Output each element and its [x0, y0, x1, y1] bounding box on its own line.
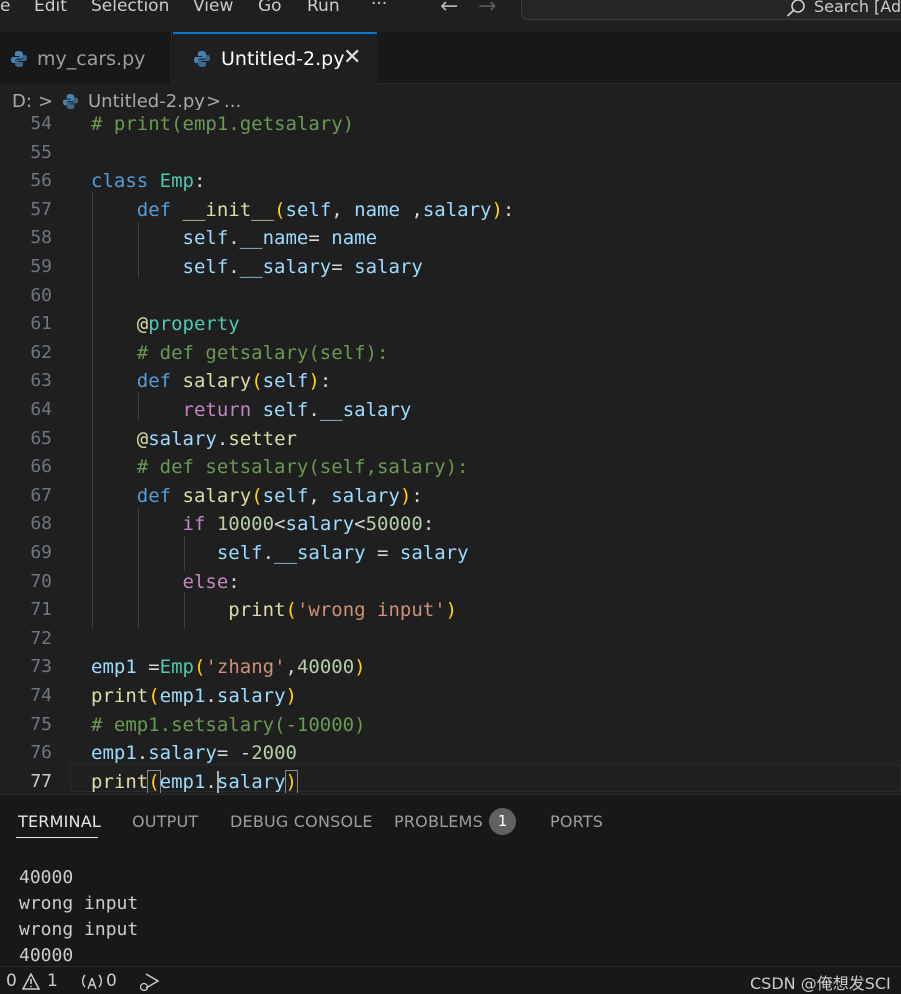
code-line: # def setsalary(self,salary): [136, 456, 469, 479]
active-tab-indicator [16, 837, 98, 838]
terminal-line: 40000 [19, 867, 74, 888]
line-number: 64 [30, 399, 52, 420]
line-number: 61 [30, 313, 52, 335]
menu-run[interactable]: Run [307, 0, 340, 18]
text-cursor [217, 771, 219, 793]
back-arrow-icon[interactable]: ← [440, 0, 458, 18]
code-line: class Emp: [91, 170, 206, 193]
code-line: emp1 =Emp('zhang',40000) [91, 656, 366, 679]
terminal-line: wrong input [19, 893, 139, 914]
code-line: self.__salary= salary [182, 256, 423, 278]
watermark-text: CSDN @俺想发SCI [750, 974, 891, 993]
editor-tab-bar: my_cars.py Untitled-2.py ✕ [0, 32, 901, 85]
tab-label: my_cars.py [37, 48, 146, 70]
python-file-icon [194, 51, 210, 67]
code-line: @salary.setter [136, 427, 297, 450]
line-number: 55 [30, 141, 52, 163]
code-line: def salary(self): [136, 370, 332, 393]
forward-arrow-icon[interactable]: → [478, 0, 496, 18]
line-number: 73 [30, 656, 52, 678]
code-line: print(emp1.salary) [91, 685, 297, 707]
warning-icon [22, 973, 40, 990]
terminal-output[interactable]: 40000 wrong input wrong input 40000 [19, 865, 138, 969]
panel-tab-terminal[interactable]: TERMINAL [18, 812, 101, 831]
line-number: 67 [30, 484, 52, 506]
line-number: 54 [30, 113, 52, 134]
code-line: return self.__salary [182, 399, 412, 421]
breadcrumb-symbols[interactable]: ... [224, 91, 241, 112]
status-bar: 0 1 0 CSDN @俺想发SCI [0, 966, 901, 994]
python-file-icon [11, 51, 27, 67]
menu-more[interactable]: ··· [371, 0, 387, 16]
problems-count-badge: 1 [489, 808, 516, 835]
code-line: print(emp1.salary) [91, 769, 299, 793]
menu-bar: e Edit Selection View Go Run ··· ← → Sea… [0, 0, 901, 28]
ports-count[interactable]: 0 [106, 972, 117, 990]
line-number: 60 [30, 284, 52, 306]
line-number: 68 [30, 513, 52, 535]
warning-count[interactable]: 1 [47, 972, 58, 990]
code-line: emp1.salary= -2000 [91, 742, 297, 765]
close-icon[interactable]: ✕ [343, 46, 361, 70]
line-number: 63 [30, 370, 52, 392]
code-line: @property [136, 313, 240, 336]
code-line: self.__salary = salary [216, 542, 469, 564]
panel-tab-problems[interactable]: PROBLEMS [394, 812, 483, 831]
debug-run-icon[interactable] [138, 972, 160, 992]
code-line: # def getsalary(self): [136, 341, 389, 364]
line-number: 56 [30, 170, 52, 192]
line-number: 71 [30, 599, 52, 621]
terminal-line: wrong input [19, 919, 139, 940]
error-count[interactable]: 0 [6, 972, 17, 990]
line-number: 72 [30, 627, 52, 649]
tab-label: Untitled-2.py [221, 48, 345, 70]
breadcrumb-drive[interactable]: D: [12, 91, 32, 112]
line-number: 74 [30, 685, 52, 706]
tab-untitled-2[interactable]: Untitled-2.py ✕ [173, 32, 377, 85]
code-line: def salary(self, salary): [136, 484, 423, 507]
code-line: # print(emp1.getsalary) [91, 113, 355, 135]
line-number: 75 [30, 713, 52, 735]
menu-go[interactable]: Go [258, 0, 282, 18]
search-icon [786, 0, 805, 17]
line-number: 66 [30, 456, 52, 478]
line-number: 70 [30, 570, 52, 592]
chevron-right-icon: > [206, 91, 222, 112]
code-line: else: [182, 570, 240, 593]
menu-edit[interactable]: Edit [34, 0, 67, 18]
menu-file[interactable]: e [0, 0, 10, 18]
python-file-icon [62, 93, 79, 110]
bottom-panel: TERMINAL OUTPUT DEBUG CONSOLE PROBLEMS 1… [0, 794, 901, 966]
line-number: 59 [30, 256, 52, 277]
line-number: 57 [30, 198, 52, 220]
menu-selection[interactable]: Selection [91, 0, 169, 18]
code-line: if 10000<salary<50000: [182, 513, 435, 536]
chevron-right-icon: > [38, 91, 54, 112]
code-line: # emp1.setsalary(-10000) [91, 713, 366, 736]
search-placeholder: Search [Ad [814, 0, 901, 16]
line-number: 58 [30, 227, 52, 249]
line-number-active: 77 [30, 770, 52, 792]
panel-tab-debug-console[interactable]: DEBUG CONSOLE [230, 812, 373, 831]
broadcast-icon [82, 974, 102, 990]
panel-tab-ports[interactable]: PORTS [550, 812, 603, 831]
code-editor[interactable]: 54 # print(emp1.getsalary) 55 56 class Emp… [0, 110, 901, 793]
breadcrumb-file[interactable]: Untitled-2.py [88, 91, 205, 112]
panel-tab-output[interactable]: OUTPUT [132, 812, 198, 831]
code-line: def __init__(self, name ,salary): [136, 198, 515, 221]
line-number: 76 [30, 742, 52, 764]
line-number: 65 [30, 427, 52, 449]
tab-my-cars[interactable]: my_cars.py [0, 32, 172, 84]
menu-view[interactable]: View [193, 0, 233, 18]
line-number: 69 [30, 542, 52, 563]
line-number: 62 [30, 341, 52, 363]
code-line: print('wrong input') [228, 599, 458, 622]
code-line: self.__name= name [182, 227, 378, 250]
